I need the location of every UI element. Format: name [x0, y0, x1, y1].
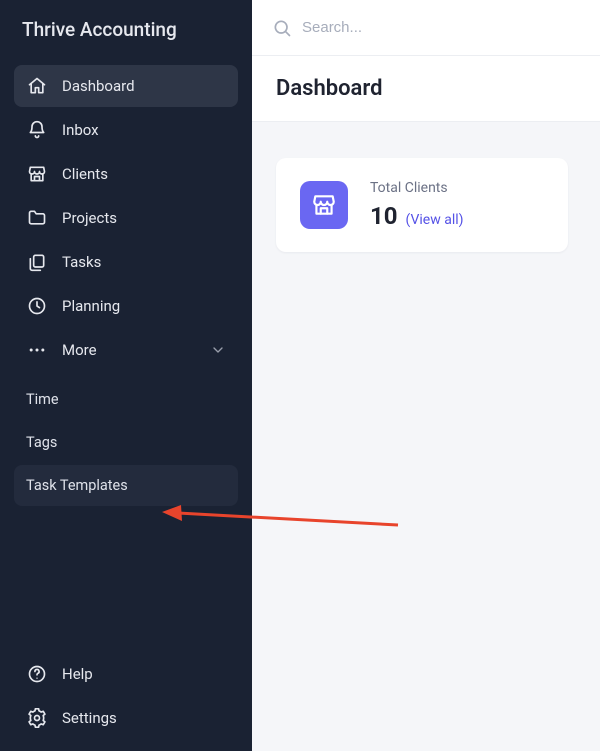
- bell-icon: [26, 119, 48, 141]
- sidebar-item-dashboard[interactable]: Dashboard: [14, 65, 238, 107]
- page-title: Dashboard: [276, 76, 576, 101]
- storefront-icon: [26, 163, 48, 185]
- page-content: Total Clients 10 (View all): [252, 122, 600, 288]
- primary-nav: Dashboard Inbox Clients Projects Tasks: [0, 65, 252, 371]
- sidebar-item-clients[interactable]: Clients: [14, 153, 238, 195]
- page-header: Dashboard: [252, 56, 600, 122]
- sidebar-item-help[interactable]: Help: [14, 653, 238, 695]
- copy-icon: [26, 251, 48, 273]
- sidebar: Thrive Accounting Dashboard Inbox Client…: [0, 0, 252, 751]
- home-icon: [26, 75, 48, 97]
- sidebar-bottom: Help Settings: [0, 653, 252, 751]
- app-brand: Thrive Accounting: [0, 0, 252, 65]
- search-icon: [272, 18, 292, 38]
- sidebar-subitem-tags[interactable]: Tags: [14, 422, 238, 463]
- sidebar-subitem-task-templates[interactable]: Task Templates: [14, 465, 238, 506]
- sidebar-item-label: Inbox: [62, 121, 226, 139]
- card-body: Total Clients 10 (View all): [370, 180, 464, 230]
- sidebar-item-label: Projects: [62, 209, 226, 227]
- help-icon: [26, 663, 48, 685]
- search-input[interactable]: [302, 19, 502, 36]
- sidebar-item-label: Dashboard: [62, 77, 226, 95]
- sidebar-item-label: Planning: [62, 297, 226, 315]
- sidebar-item-more[interactable]: More: [14, 329, 238, 371]
- sidebar-item-settings[interactable]: Settings: [14, 697, 238, 739]
- chevron-down-icon: [210, 342, 226, 358]
- sidebar-item-tasks[interactable]: Tasks: [14, 241, 238, 283]
- folder-icon: [26, 207, 48, 229]
- sidebar-item-projects[interactable]: Projects: [14, 197, 238, 239]
- ellipsis-icon: [26, 339, 48, 361]
- sidebar-item-label: Clients: [62, 165, 226, 183]
- total-clients-card: Total Clients 10 (View all): [276, 158, 568, 252]
- search-field[interactable]: [272, 18, 502, 38]
- sidebar-item-planning[interactable]: Planning: [14, 285, 238, 327]
- clock-icon: [26, 295, 48, 317]
- sidebar-item-label: Settings: [62, 709, 226, 727]
- card-value: 10: [370, 202, 398, 230]
- sidebar-item-label: Help: [62, 665, 226, 683]
- main-area: Dashboard Total Clients 10 (View all): [252, 0, 600, 751]
- more-subnav: Time Tags Task Templates: [0, 371, 252, 506]
- sidebar-item-inbox[interactable]: Inbox: [14, 109, 238, 151]
- view-all-link[interactable]: (View all): [406, 212, 464, 228]
- storefront-icon: [300, 181, 348, 229]
- card-label: Total Clients: [370, 180, 464, 196]
- gear-icon: [26, 707, 48, 729]
- topbar: [252, 0, 600, 56]
- sidebar-item-label: More: [62, 341, 196, 359]
- sidebar-item-label: Tasks: [62, 253, 226, 271]
- sidebar-subitem-time[interactable]: Time: [14, 379, 238, 420]
